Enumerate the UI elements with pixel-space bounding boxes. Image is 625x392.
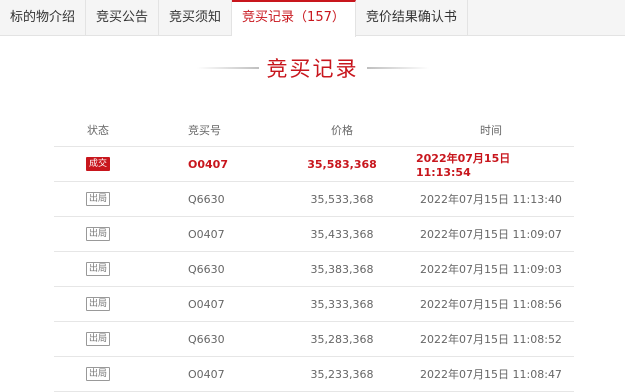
status-badge: 出局 [85,227,110,241]
table-row: 出局 O0407 35,233,368 2022年07月15日 11:08:47 [54,357,574,392]
table-row: 成交 O0407 35,583,368 2022年07月15日 11:13:54 [54,147,574,182]
cell-bid-no: O0407 [188,297,225,311]
cell-price: 35,283,368 [310,332,374,346]
table-row: 出局 O0407 35,433,368 2022年07月15日 11:09:07 [54,217,574,252]
cell-bid-no: Q6630 [188,332,225,346]
cell-time: 2022年07月15日 11:08:56 [420,298,562,311]
cell-price: 35,533,368 [310,192,374,206]
cell-time: 2022年07月15日 11:08:52 [420,333,562,346]
cell-status: 出局 [54,182,142,216]
cell-status: 出局 [54,217,142,251]
cell-status: 成交 [54,147,142,181]
cell-price: 35,583,368 [307,157,377,171]
table-header-row: 状态 竞买号 价格 时间 [54,114,574,147]
table-row: 出局 Q6630 35,283,368 2022年07月15日 11:08:52 [54,322,574,357]
header-time: 时间 [480,124,502,137]
table-row: 出局 Q6630 35,533,368 2022年07月15日 11:13:40 [54,182,574,217]
cell-bid-no: O0407 [188,157,228,171]
cell-status: 出局 [54,322,142,356]
tab-result-confirmation[interactable]: 竞价结果确认书 [356,0,468,36]
cell-bid-no: Q6630 [188,262,225,276]
cell-bid-no: Q6630 [188,192,225,206]
tab-bidding-rules[interactable]: 竞买须知 [159,0,233,36]
status-badge: 出局 [85,297,110,311]
tab-bar: 标的物介绍 竞买公告 竞买须知 竞买记录（157） 竞价结果确认书 [0,0,625,37]
cell-time: 2022年07月15日 11:09:07 [420,228,562,241]
cell-time: 2022年07月15日 11:09:03 [420,263,562,276]
tab-bid-records[interactable]: 竞买记录（157） [232,0,356,37]
tab-item-intro[interactable]: 标的物介绍 [0,0,87,36]
section-title: 竞买记录 [266,57,359,81]
tab-auction-notice[interactable]: 竞买公告 [86,0,160,36]
header-price: 价格 [331,124,353,137]
status-badge: 出局 [85,192,110,206]
cell-bid-no: O0407 [188,367,225,381]
heading-divider-right [366,67,429,69]
cell-price: 35,333,368 [310,297,374,311]
cell-price: 35,383,368 [310,262,374,276]
cell-status: 出局 [54,357,142,391]
table-row: 出局 Q6630 35,383,368 2022年07月15日 11:09:03 [54,252,574,287]
status-badge: 成交 [85,157,110,171]
header-bid-no: 竞买号 [188,124,221,137]
status-badge: 出局 [85,367,110,381]
table-row: 出局 O0407 35,333,368 2022年07月15日 11:08:56 [54,287,574,322]
cell-status: 出局 [54,287,142,321]
cell-status: 出局 [54,252,142,286]
cell-bid-no: O0407 [188,227,225,241]
cell-price: 35,233,368 [310,367,374,381]
section-heading: 竞买记录 [0,52,625,84]
heading-divider-left [196,67,259,69]
status-badge: 出局 [85,332,110,346]
bid-records-table: 状态 竞买号 价格 时间 成交 O0407 35,583,368 2022年07月15… [54,114,574,392]
cell-price: 35,433,368 [310,227,374,241]
table-body: 成交 O0407 35,583,368 2022年07月15日 11:13:54 出局 Q… [54,147,574,392]
header-status: 状态 [87,124,109,137]
cell-time: 2022年07月15日 11:08:47 [420,368,562,381]
status-badge: 出局 [85,262,110,276]
cell-time: 2022年07月15日 11:13:54 [416,151,511,179]
cell-time: 2022年07月15日 11:13:40 [420,193,562,206]
